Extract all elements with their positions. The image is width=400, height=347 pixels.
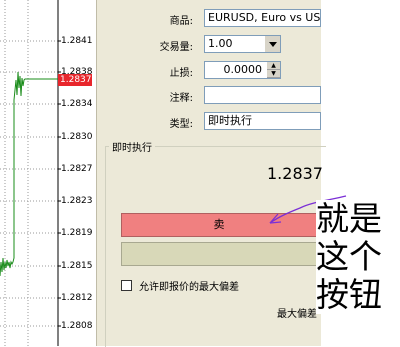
price-chart[interactable]: 1.2841 1.2838 1.2834 1.2830 1.2827 1.282… <box>0 0 95 346</box>
allow-deviation-checkbox[interactable] <box>121 280 132 291</box>
volume-value: 1.00 <box>208 37 233 50</box>
stoploss-field[interactable]: 0.0000 ▲ ▼ <box>204 61 281 79</box>
symbol-label: 商品: <box>169 16 193 27</box>
max-deviation-label: 最大偏差 <box>277 309 317 320</box>
stoploss-label: 止损: <box>169 68 193 79</box>
price-tick-label: 1.2815 <box>61 261 93 271</box>
stoploss-spinner[interactable]: ▲ ▼ <box>266 62 280 78</box>
type-value: 即时执行 <box>208 114 252 127</box>
comment-label: 注释: <box>169 93 193 104</box>
annotation-line: 就是 <box>316 199 382 238</box>
type-label: 类型: <box>169 119 193 130</box>
current-price: 1.2837 <box>267 164 323 183</box>
annotation-line: 这个 <box>316 237 382 276</box>
allow-deviation-label: 允许即报价的最大偏差 <box>139 282 239 293</box>
price-tick-label: 1.2834 <box>61 99 93 109</box>
annotation-text: 就是 这个 按钮 <box>316 200 400 314</box>
price-tick-label: 1.2830 <box>61 132 93 142</box>
group-title: 即时执行 <box>109 139 155 154</box>
buy-button[interactable] <box>121 242 317 266</box>
price-tick-label: 1.2823 <box>61 196 93 206</box>
price-tick-label: 1.2819 <box>61 228 93 238</box>
spin-down-icon[interactable]: ▼ <box>267 70 280 78</box>
current-price-badge: 1.2837 <box>58 74 92 86</box>
order-dialog: 商品: EURUSD, Euro vs US D 交易量: 1.00 止损: 0… <box>96 0 326 347</box>
spin-up-icon[interactable]: ▲ <box>267 62 280 70</box>
volume-label: 交易量: <box>159 42 193 53</box>
price-tick-label: 1.2812 <box>61 293 93 303</box>
price-series-line <box>0 71 58 277</box>
price-tick-label: 1.2808 <box>61 321 93 331</box>
comment-field[interactable] <box>204 86 321 104</box>
volume-dropdown-button[interactable] <box>264 36 280 52</box>
type-select[interactable]: 即时执行 <box>204 112 321 130</box>
annotation-line: 按钮 <box>316 275 382 314</box>
symbol-select[interactable]: EURUSD, Euro vs US D <box>204 9 321 27</box>
volume-select[interactable]: 1.00 <box>204 35 281 53</box>
stoploss-value: 0.0000 <box>223 63 263 76</box>
symbol-value: EURUSD, Euro vs US D <box>208 11 321 24</box>
price-tick-label: 1.2827 <box>61 164 93 174</box>
chevron-down-icon <box>268 41 277 47</box>
price-tick-label: 1.2841 <box>61 36 93 46</box>
